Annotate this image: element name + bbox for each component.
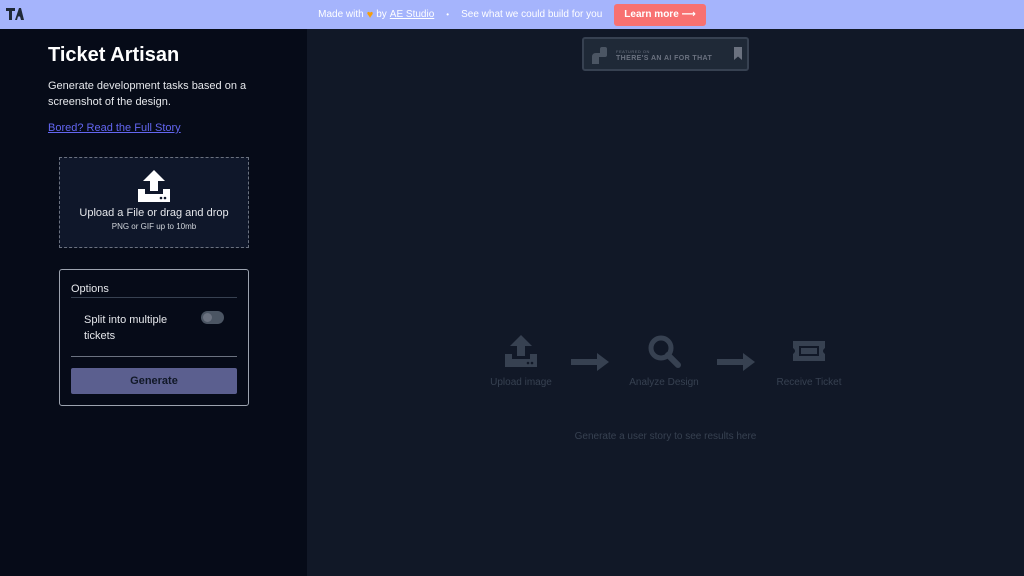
upload-dropzone[interactable]: Upload a File or drag and drop PNG or GI…	[59, 157, 249, 248]
options-divider	[71, 297, 237, 298]
upload-title: Upload a File or drag and drop	[79, 207, 229, 219]
by-label: by	[376, 9, 387, 20]
made-with-text: Made with ♥ by AE Studio	[318, 9, 434, 21]
magnifier-icon	[648, 335, 681, 368]
split-tickets-label: Split into multiple tickets	[84, 314, 168, 342]
bookmark-icon	[734, 47, 742, 60]
banner-tagline: See what we could build for you	[461, 9, 603, 20]
step-analyze-design: Analyze Design	[609, 334, 719, 388]
upload-tray-icon	[505, 335, 537, 367]
separator-dot: •	[446, 10, 450, 19]
sidebar: Ticket Artisan Generate development task…	[0, 29, 307, 576]
top-banner: Made with ♥ by AE Studio • See what we c…	[0, 0, 1024, 29]
split-tickets-toggle[interactable]	[201, 311, 224, 324]
page-title: Ticket Artisan	[48, 44, 180, 66]
results-area: FEATURED ON THERE'S AN AI FOR THAT Uploa…	[307, 29, 1024, 576]
upload-subtitle: PNG or GIF up to 10mb	[111, 222, 197, 231]
results-hint: Generate a user story to see results her…	[574, 431, 757, 442]
made-with-label: Made with	[318, 9, 364, 20]
toggle-knob	[203, 313, 212, 322]
options-panel: Options Split into multiple tickets Gene…	[59, 269, 249, 406]
learn-more-button[interactable]: Learn more ⟶	[614, 3, 706, 26]
upload-tray-icon	[138, 170, 170, 202]
step-label: Upload image	[490, 377, 552, 388]
heart-icon: ♥	[366, 8, 374, 21]
ticket-icon	[793, 341, 825, 361]
step-receive-ticket: Receive Ticket	[754, 334, 864, 388]
ta-logo-icon[interactable]	[6, 7, 24, 21]
step-label: Analyze Design	[629, 377, 699, 388]
step-upload-image: Upload image	[466, 334, 576, 388]
full-story-link[interactable]: Bored? Read the Full Story	[48, 122, 181, 134]
step-label: Receive Ticket	[776, 377, 842, 388]
robot-arm-icon	[592, 47, 607, 64]
page-description: Generate development tasks based on a sc…	[48, 80, 247, 108]
ae-studio-link[interactable]: AE Studio	[390, 9, 434, 20]
arrow-right-icon	[717, 353, 755, 371]
arrow-right-icon	[571, 353, 609, 371]
featured-big-text: THERE'S AN AI FOR THAT	[616, 55, 713, 62]
featured-small-text: FEATURED ON	[616, 49, 650, 54]
featured-badge[interactable]: FEATURED ON THERE'S AN AI FOR THAT	[582, 37, 749, 71]
generate-button[interactable]: Generate	[71, 368, 237, 394]
options-divider-bottom	[71, 356, 237, 357]
options-title: Options	[71, 283, 109, 295]
